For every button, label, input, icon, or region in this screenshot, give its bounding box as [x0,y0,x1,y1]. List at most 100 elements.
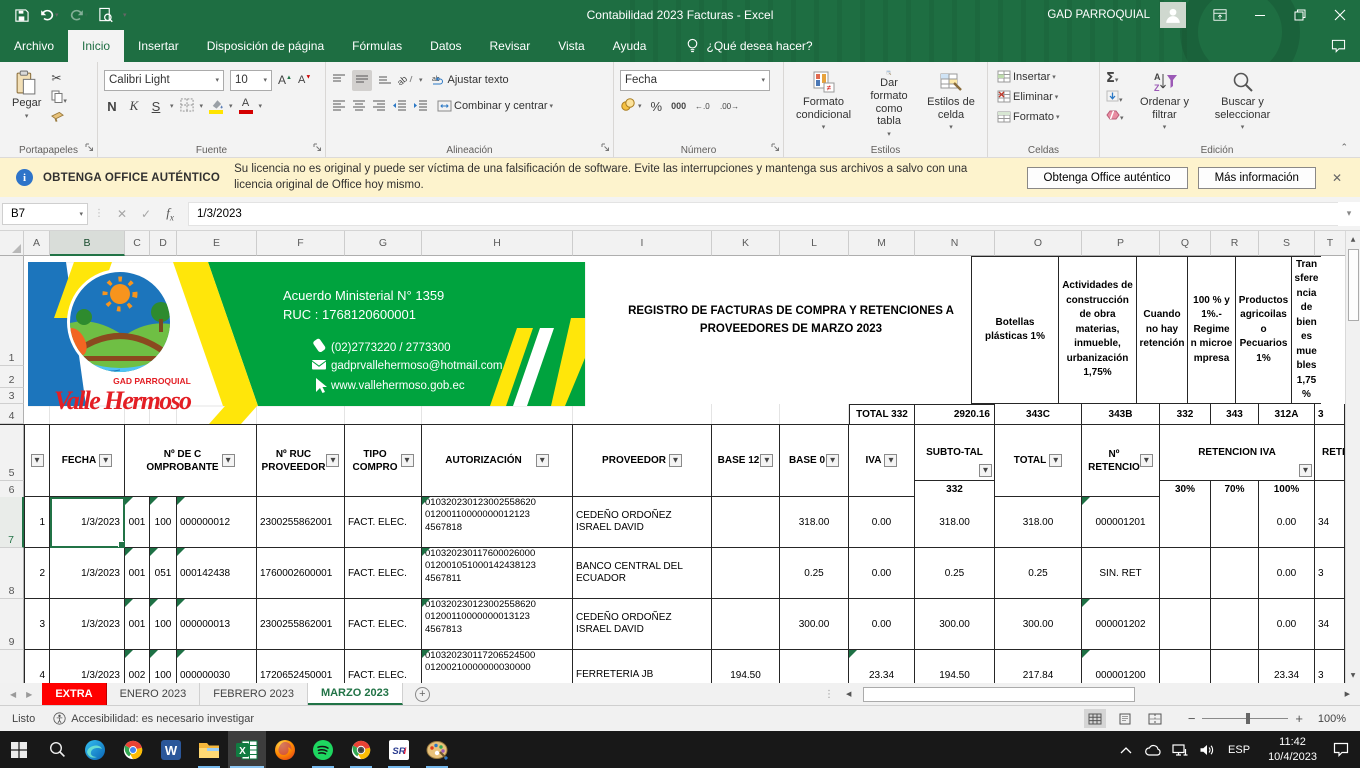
delete-cells-button[interactable]: Eliminar▾ [994,88,1093,105]
cell[interactable]: 1760002600001 [257,548,345,599]
cell[interactable]: 217.84 [995,650,1082,683]
network-icon[interactable] [1166,743,1193,757]
cell[interactable]: 2300255862001 [257,599,345,650]
cell[interactable] [712,599,780,650]
taskbar-search-button[interactable] [38,731,76,768]
feedback-icon[interactable] [1331,30,1360,62]
sort-filter-button[interactable]: AZ Ordenar y filtrar▾ [1128,67,1202,141]
cell[interactable]: 010320230117206524500 012002100000000300… [422,650,573,683]
cell[interactable]: 34 [1315,497,1345,548]
start-button[interactable] [0,731,38,768]
cell[interactable]: 000001202 [1082,599,1160,650]
cell[interactable]: 000000012 [177,497,257,548]
find-select-button[interactable]: Buscar y seleccionar▾ [1206,67,1280,141]
sheet-nav-left-icon[interactable]: ◀ [10,690,16,699]
row-header-selected[interactable]: 7 [0,497,24,548]
scroll-up-icon[interactable]: ▲ [1346,231,1360,247]
cell[interactable] [1211,650,1259,683]
number-format-select[interactable]: Fecha▾ [620,70,770,91]
cell[interactable]: 318.00 [995,497,1082,548]
cell[interactable]: 000142438 [177,548,257,599]
cell-code[interactable]: 332 [1160,404,1211,424]
fill-color-icon[interactable] [209,99,223,114]
cell[interactable]: 001 [125,548,150,599]
format-cells-button[interactable]: Formato▾ [994,108,1093,125]
collapse-ribbon-icon[interactable]: ⌃ [1340,143,1348,153]
customize-qat-icon[interactable]: ▾ [123,11,127,19]
taskbar-chrome-profile-button[interactable] [342,731,380,768]
col-header[interactable]: L [780,231,849,256]
taskbar-sri-button[interactable]: SRi [380,731,418,768]
cell[interactable]: 100 [150,599,177,650]
taskbar-firefox-button[interactable] [266,731,304,768]
class-header[interactable]: Productos agricoilas o Pecuarios 1% [1235,257,1291,403]
cell[interactable]: 051 [150,548,177,599]
filter-icon[interactable]: ▼ [222,454,235,467]
autosum-icon[interactable]: Σ▾ [1106,71,1124,86]
cancel-entry-icon[interactable]: ✕ [110,207,134,221]
onedrive-icon[interactable] [1139,743,1166,756]
new-sheet-icon[interactable]: + [415,687,430,702]
cut-icon[interactable]: ✂ [51,71,67,85]
col-header[interactable]: H [422,231,573,256]
taskbar-file-explorer-button[interactable] [190,731,228,768]
cell[interactable]: 0.00 [1259,497,1315,548]
scroll-down-icon[interactable]: ▼ [1346,667,1360,683]
conditional-format-button[interactable]: ≠ Formato condicional▾ [790,67,857,141]
decrease-indent-icon[interactable] [392,99,407,114]
col-header[interactable]: K [712,231,780,256]
select-all-corner[interactable] [0,231,24,256]
row-header[interactable]: 4 [0,404,24,424]
confirm-entry-icon[interactable]: ✓ [134,207,158,221]
cell[interactable]: 010320230123002558620 012001100000000131… [422,599,573,650]
tab-insertar[interactable]: Insertar [124,30,193,62]
cell[interactable] [1160,548,1211,599]
row-header[interactable]: 8 [0,548,24,599]
formula-input[interactable]: 1/3/2023 [188,202,1338,226]
volume-icon[interactable] [1193,743,1220,757]
filter-icon[interactable]: ▼ [1299,464,1312,477]
filter-icon[interactable]: ▼ [826,454,839,467]
header-retencion-next[interactable]: RETENCION [1315,425,1345,481]
filter-icon[interactable]: ▼ [1140,454,1153,467]
col-header[interactable]: F [257,231,345,256]
scroll-right-icon[interactable]: ▶ [1341,690,1354,698]
cell[interactable]: FACT. ELEC. [345,548,422,599]
align-left-icon[interactable] [332,99,346,114]
alignment-dialog-launcher[interactable] [601,143,610,155]
zoom-slider-thumb[interactable] [1246,713,1250,724]
tab-vista[interactable]: Vista [544,30,598,62]
cell[interactable]: 3 [24,599,50,650]
filter-icon[interactable]: ▼ [31,454,44,467]
cell-styles-button[interactable]: Estilos de celda▾ [921,67,981,141]
cell-code[interactable]: 343C [995,404,1082,424]
cell[interactable]: 1/3/2023 [50,548,125,599]
cell[interactable]: 0.00 [849,548,915,599]
filter-icon[interactable]: ▼ [979,464,992,477]
cell[interactable] [1211,599,1259,650]
save-icon[interactable] [14,8,29,23]
col-header[interactable]: M [849,231,915,256]
col-header[interactable]: P [1082,231,1160,256]
paste-button[interactable]: Pegar▾ [6,67,47,126]
cell[interactable]: 23.34 [1259,650,1315,683]
cell-code[interactable]: 343B [1082,404,1160,424]
cell[interactable]: 2300255862001 [257,497,345,548]
tab-datos[interactable]: Datos [416,30,475,62]
taskbar-chrome-button[interactable] [114,731,152,768]
cell[interactable]: 010320230123002558620 012001100000000121… [422,497,573,548]
cell[interactable]: FACT. ELEC. [345,599,422,650]
col-header[interactable]: Q [1160,231,1211,256]
cell[interactable]: FACT. ELEC. [345,497,422,548]
cell[interactable]: 1 [24,497,50,548]
cell[interactable]: 0.25 [780,548,849,599]
wrap-text-button[interactable]: ab Ajustar texto [429,72,512,88]
restore-button[interactable] [1280,0,1320,30]
tab-revisar[interactable]: Revisar [476,30,545,62]
cell[interactable]: 3 [1315,548,1345,599]
cell[interactable]: 1/3/2023 [50,650,125,683]
orientation-icon[interactable]: ab [398,72,413,88]
filter-icon[interactable]: ▼ [326,454,339,467]
insert-function-icon[interactable]: fx [158,205,182,223]
scroll-left-icon[interactable]: ◀ [842,690,855,698]
